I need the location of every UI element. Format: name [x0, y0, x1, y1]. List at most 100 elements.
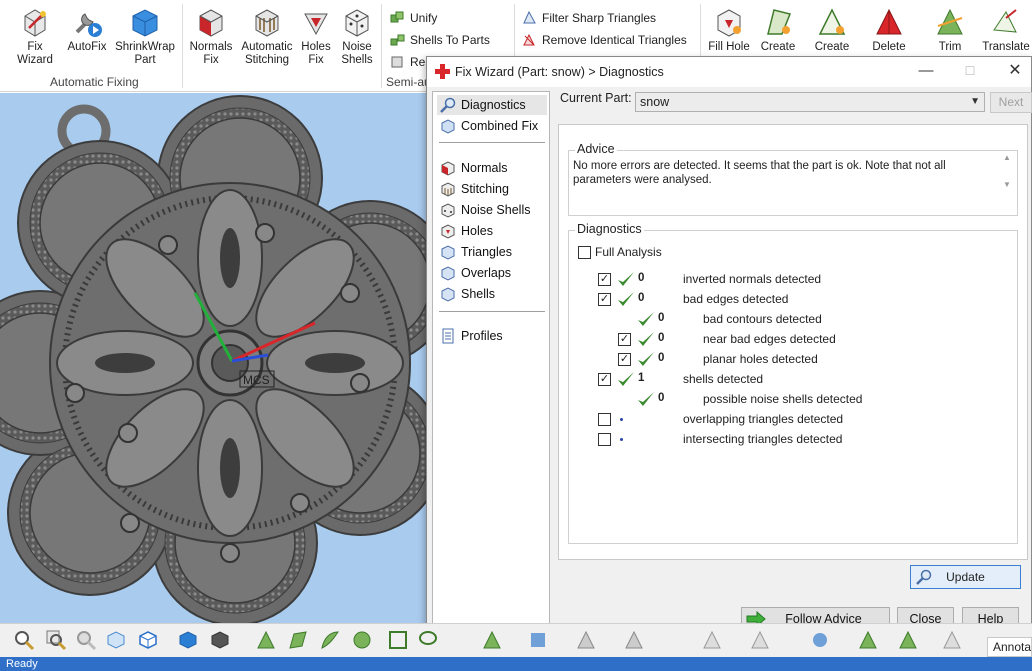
diagnostic-checkbox[interactable]: ✓ [618, 333, 631, 346]
diagnostic-checkbox[interactable]: ✓ [618, 353, 631, 366]
3d-viewport[interactable]: MCS [0, 93, 426, 623]
diagnostic-label: near bad edges detected [703, 332, 836, 346]
select-sphere-icon[interactable] [350, 628, 374, 652]
view-toolbar [0, 623, 1032, 657]
toolbar-icon[interactable] [700, 628, 724, 652]
normals-fix-button[interactable]: Normals Fix [188, 6, 234, 67]
stitching-icon [255, 9, 279, 37]
toolbar-icon[interactable] [526, 628, 550, 652]
toolbar-icon[interactable] [748, 628, 772, 652]
translate-icon [993, 9, 1017, 33]
diagnostic-checkbox[interactable] [598, 413, 611, 426]
nav-separator [439, 311, 545, 312]
update-button[interactable]: Update [910, 565, 1021, 589]
check-icon [618, 272, 634, 286]
create-surface-button[interactable]: Create [756, 6, 800, 54]
toolbar-icon[interactable] [896, 628, 920, 652]
zoom-part-icon[interactable] [104, 628, 128, 652]
diagnostic-label: shells detected [683, 372, 764, 386]
advice-scrollbar[interactable]: ▲ ▼ [1001, 153, 1013, 199]
holes-icon [441, 224, 455, 239]
full-analysis-checkbox[interactable] [578, 246, 591, 259]
remove-identical-triangles-button[interactable]: Remove Identical Triangles [520, 31, 687, 49]
nav-item-overlaps[interactable]: Overlaps [437, 263, 547, 283]
select-box-icon[interactable] [386, 628, 410, 652]
trim-button[interactable]: Trim [928, 6, 972, 54]
diagnostic-checkbox[interactable] [598, 433, 611, 446]
view-cube-icon[interactable] [136, 628, 160, 652]
overlaps-icon [441, 266, 455, 281]
select-surface-icon[interactable] [286, 628, 310, 652]
toolbar-icon[interactable] [940, 628, 964, 652]
nav-item-triangles[interactable]: Triangles [437, 242, 547, 262]
translate-button[interactable]: Translate [980, 6, 1032, 54]
nav-item-noise-shells[interactable]: Noise Shells [437, 200, 547, 220]
full-analysis-label: Full Analysis [595, 245, 662, 259]
nav-item-stitching[interactable]: Stitching [437, 179, 547, 199]
toolbar-icon[interactable] [480, 628, 504, 652]
autofix-icon [75, 13, 102, 37]
annotations-tab[interactable]: Annota [987, 637, 1032, 657]
combined-fix-icon [441, 119, 455, 134]
holes-fix-button[interactable]: Holes Fix [296, 6, 336, 67]
next-button[interactable]: Next [990, 92, 1032, 113]
filter-sharp-triangles-button[interactable]: Filter Sharp Triangles [520, 9, 656, 27]
diagnostics-panel: Advice No more errors are detected. It s… [558, 124, 1028, 589]
select-triangle-icon[interactable] [254, 628, 278, 652]
profiles-icon [442, 328, 454, 344]
pending-dot-icon [620, 418, 623, 421]
nav-item-holes[interactable]: Holes [437, 221, 547, 241]
shells-icon [441, 287, 455, 302]
shaded-view-icon[interactable] [176, 628, 200, 652]
current-part-dropdown[interactable]: snow ▼ [635, 92, 985, 112]
dialog-titlebar[interactable]: Fix Wizard (Part: snow) > Diagnostics — … [427, 57, 1031, 87]
diagnostic-checkbox[interactable]: ✓ [598, 373, 611, 386]
nav-item-profiles[interactable]: Profiles [437, 326, 547, 346]
toolbar-icon[interactable] [808, 628, 832, 652]
magnifier-icon [440, 97, 456, 113]
check-icon [638, 352, 654, 366]
nav-item-normals[interactable]: Normals [437, 158, 547, 178]
nav-item-diagnostics[interactable]: Diagnostics [437, 95, 547, 115]
diagnostic-checkbox[interactable]: ✓ [598, 273, 611, 286]
toolbar-icon[interactable] [622, 628, 646, 652]
minimize-button[interactable]: — [911, 61, 941, 83]
solid-view-icon[interactable] [208, 628, 232, 652]
create-triangle-button[interactable]: Create [810, 6, 854, 54]
noise-shells-icon [441, 203, 455, 218]
ribbon-separator [182, 4, 183, 88]
unify-button[interactable]: Unify [388, 9, 437, 27]
noise-shells-button[interactable]: Noise Shells [338, 6, 376, 67]
medical-cross-icon [435, 64, 450, 79]
delete-button[interactable]: Delete [866, 6, 912, 54]
diagnostic-label: inverted normals detected [683, 272, 822, 286]
nav-item-shells[interactable]: Shells [437, 284, 547, 304]
shells-to-parts-button[interactable]: Shells To Parts [388, 31, 490, 49]
diagnostic-label: overlapping triangles detected [683, 412, 844, 426]
maximize-button[interactable]: ☐ [955, 61, 985, 83]
fill-hole-button[interactable]: Fill Hole [704, 6, 754, 54]
select-shell-icon[interactable] [318, 628, 342, 652]
zoom-icon[interactable] [12, 628, 36, 652]
autofix-button[interactable]: AutoFix [64, 6, 110, 54]
diagnostic-label: possible noise shells detected [703, 392, 863, 406]
re-button[interactable]: Re [388, 53, 425, 71]
nav-item-combined-fix[interactable]: Combined Fix [437, 116, 547, 136]
check-icon [618, 292, 634, 306]
select-lasso-icon[interactable] [416, 628, 440, 652]
close-window-button[interactable]: ✕ [1000, 61, 1030, 83]
zoom-selection-icon[interactable] [74, 628, 98, 652]
shrinkwrap-button[interactable]: ShrinkWrap Part [112, 6, 178, 67]
check-icon [638, 332, 654, 346]
status-text: Ready [6, 658, 38, 670]
automatic-stitching-button[interactable]: Automatic Stitching [238, 6, 296, 67]
re-icon [391, 56, 403, 68]
zoom-fit-icon[interactable] [44, 628, 68, 652]
shells-to-parts-icon [390, 34, 405, 46]
dialog-title: Fix Wizard (Part: snow) > Diagnostics [455, 65, 664, 79]
toolbar-icon[interactable] [574, 628, 598, 652]
diagnostic-checkbox[interactable]: ✓ [598, 293, 611, 306]
fix-wizard-button[interactable]: Fix Wizard [12, 6, 58, 67]
toolbar-icon[interactable] [856, 628, 880, 652]
pending-dot-icon [620, 438, 623, 441]
